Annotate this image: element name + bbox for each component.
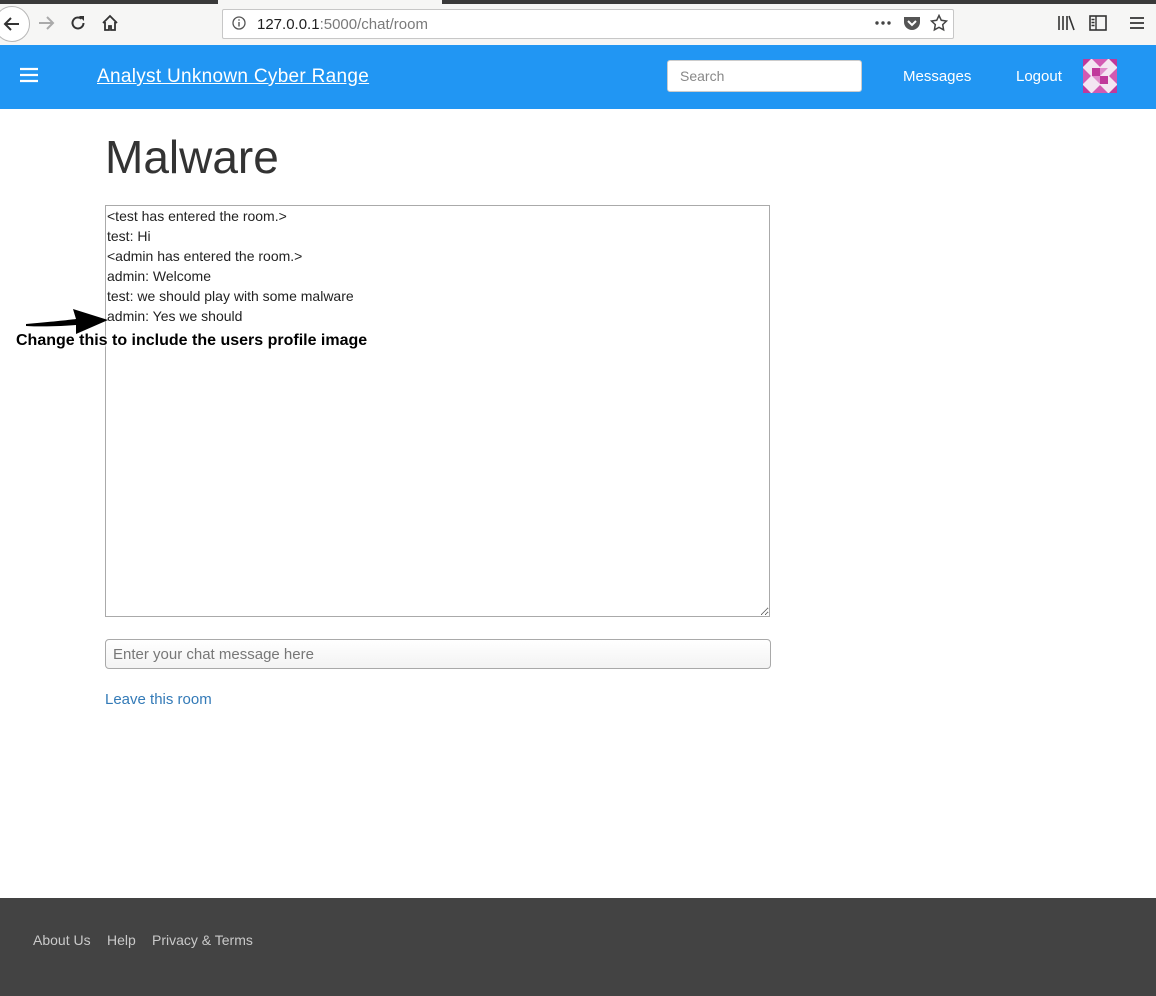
annotation-text: Change this to include the users profile… bbox=[16, 332, 368, 349]
home-icon[interactable] bbox=[97, 10, 123, 36]
url-host: 127.0.0.1 bbox=[257, 16, 320, 33]
browser-toolbar: 127.0.0.1:5000/chat/room bbox=[0, 0, 1156, 46]
pocket-icon[interactable] bbox=[903, 15, 921, 36]
more-dots-icon[interactable] bbox=[874, 16, 892, 35]
chat-message-input[interactable] bbox=[105, 639, 771, 669]
address-bar[interactable]: 127.0.0.1:5000/chat/room bbox=[222, 9, 954, 39]
forward-arrow-icon[interactable] bbox=[33, 10, 59, 36]
leave-room-link[interactable]: Leave this room bbox=[105, 691, 212, 708]
reload-icon[interactable] bbox=[65, 10, 91, 36]
logout-link[interactable]: Logout bbox=[1016, 68, 1062, 85]
hamburger-menu-icon[interactable] bbox=[1124, 10, 1150, 36]
chat-log[interactable]: <test has entered the room.> test: Hi <a… bbox=[105, 205, 770, 617]
footer: About Us Help Privacy & Terms bbox=[0, 898, 1156, 996]
footer-link-privacy[interactable]: Privacy & Terms bbox=[152, 932, 253, 948]
search-input[interactable] bbox=[667, 60, 862, 92]
brand-link[interactable]: Analyst Unknown Cyber Range bbox=[97, 66, 369, 88]
sidebar-icon[interactable] bbox=[1085, 10, 1111, 36]
library-icon[interactable] bbox=[1053, 10, 1079, 36]
active-tab[interactable] bbox=[218, 0, 442, 4]
tab-strip bbox=[0, 0, 1156, 4]
bookmark-star-icon[interactable] bbox=[929, 13, 949, 37]
footer-link-help[interactable]: Help bbox=[107, 932, 136, 948]
info-icon[interactable] bbox=[232, 16, 246, 35]
url-path: :5000/chat/room bbox=[319, 16, 428, 33]
avatar[interactable] bbox=[1083, 59, 1117, 93]
menu-icon[interactable] bbox=[19, 67, 39, 83]
back-arrow-icon[interactable] bbox=[0, 6, 30, 42]
messages-link[interactable]: Messages bbox=[903, 68, 971, 85]
url-text: 127.0.0.1:5000/chat/room bbox=[257, 16, 428, 33]
footer-link-about[interactable]: About Us bbox=[33, 932, 91, 948]
page-title: Malware bbox=[105, 131, 279, 183]
top-navbar: Analyst Unknown Cyber Range Messages Log… bbox=[0, 45, 1156, 109]
